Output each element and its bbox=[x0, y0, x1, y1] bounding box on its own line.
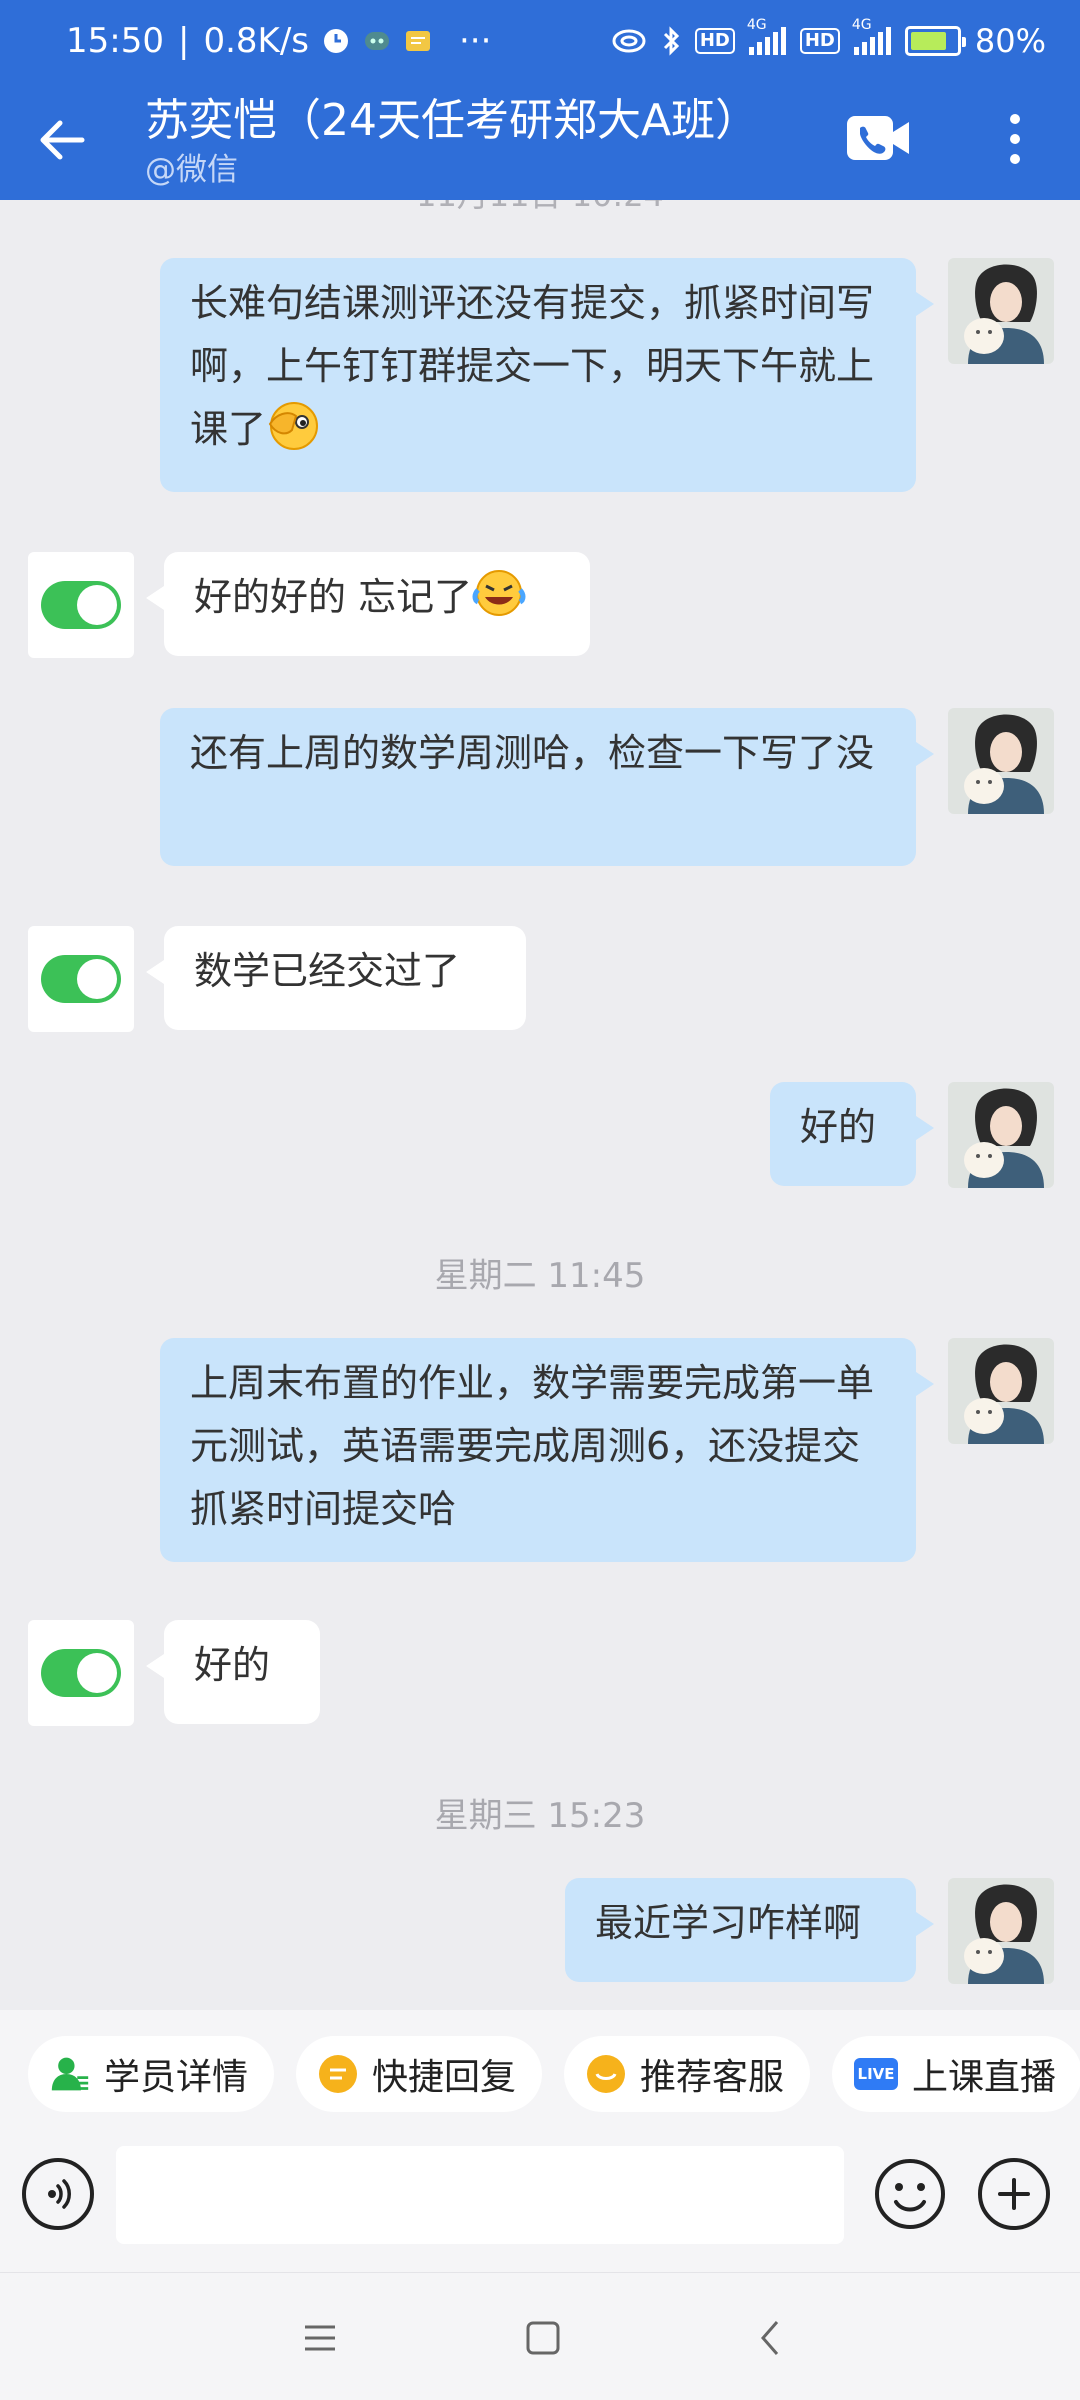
quick-action-bar: 学员详情 快捷回复 推荐客服 LIVE 上课直播 bbox=[28, 2036, 1080, 2112]
timestamp: 星期三 15:23 bbox=[434, 1796, 646, 1836]
live-icon: LIVE bbox=[854, 2058, 899, 2090]
status-time: 15:50 bbox=[66, 21, 164, 61]
avatar-self[interactable] bbox=[948, 1878, 1054, 1984]
chip-label: 推荐客服 bbox=[640, 2057, 785, 2098]
back-button[interactable] bbox=[30, 108, 94, 172]
laughing-tears-emoji-icon bbox=[472, 568, 526, 637]
avatar-self[interactable] bbox=[948, 1338, 1054, 1444]
chip-label: 快捷回复 bbox=[372, 2057, 517, 2098]
facepalm-emoji-icon bbox=[266, 398, 322, 469]
chat-message-list[interactable]: 11月11日 10:24 长难句结课测评还没有提交，抓紧时间写啊，上午钉钉群提交… bbox=[0, 200, 1080, 2010]
network-speed: 0.8K/s bbox=[203, 21, 309, 61]
message-text: 好的 bbox=[194, 1643, 271, 1687]
toggle-avatar-icon bbox=[41, 581, 121, 629]
chat-header: 苏奕恺（24天任考研郑大A班） @微信 bbox=[0, 82, 1080, 200]
network-type-label: 4G bbox=[746, 17, 767, 33]
plus-icon bbox=[998, 2178, 1030, 2210]
signal-icon-2: 4G bbox=[852, 17, 891, 55]
message-text: 好的好的 忘记了 bbox=[194, 575, 473, 619]
video-call-icon bbox=[847, 116, 909, 160]
recommend-service-button[interactable]: 推荐客服 bbox=[564, 2036, 811, 2112]
status-bar: 15:50 | 0.8K/s ··· HD 4G HD 4G 80% bbox=[0, 0, 1080, 82]
toggle-avatar-icon bbox=[41, 955, 121, 1003]
message-bubble-incoming[interactable]: 数学已经交过了 bbox=[146, 926, 526, 1030]
hd-badge: HD bbox=[694, 28, 735, 54]
avatar-contact[interactable] bbox=[28, 552, 134, 658]
system-nav-bar bbox=[0, 2272, 1080, 2400]
message-bubble-outgoing[interactable]: 最近学习咋样啊 bbox=[565, 1878, 934, 1982]
chip-label: 学员详情 bbox=[104, 2057, 249, 2098]
chat-title: 苏奕恺（24天任考研郑大A班） bbox=[145, 95, 760, 146]
live-class-button[interactable]: LIVE 上课直播 bbox=[832, 2036, 1080, 2112]
avatar-contact[interactable] bbox=[28, 926, 134, 1032]
message-bubble-outgoing[interactable]: 好的 bbox=[770, 1082, 934, 1186]
quick-reply-icon bbox=[318, 2054, 358, 2094]
video-call-button[interactable] bbox=[845, 110, 913, 166]
service-icon bbox=[586, 2054, 626, 2094]
battery-percent: 80% bbox=[974, 22, 1046, 60]
timestamp: 星期二 11:45 bbox=[434, 1256, 646, 1296]
battery-level bbox=[910, 32, 947, 50]
home-nav-button[interactable] bbox=[518, 2313, 568, 2363]
menu-icon bbox=[305, 2325, 335, 2351]
toggle-avatar-icon bbox=[41, 1649, 121, 1697]
input-panel: 学员详情 快捷回复 推荐客服 LIVE 上课直播 bbox=[0, 2010, 1080, 2272]
message-text: 还有上周的数学周测哈，检查一下写了没 bbox=[190, 731, 875, 775]
message-text: 数学已经交过了 bbox=[194, 949, 461, 993]
message-text: 最近学习咋样啊 bbox=[595, 1901, 862, 1945]
more-options-button[interactable] bbox=[995, 104, 1035, 174]
bluetooth-icon bbox=[661, 26, 681, 56]
avatar-self[interactable] bbox=[948, 1082, 1054, 1188]
back-nav-button[interactable] bbox=[745, 2313, 795, 2363]
signal-icon: 4G bbox=[747, 17, 786, 55]
smiley-icon bbox=[875, 2159, 945, 2229]
avatar-self[interactable] bbox=[948, 258, 1054, 364]
student-icon bbox=[50, 2054, 90, 2094]
clock-icon bbox=[323, 28, 349, 54]
message-text: 上周末布置的作业，数学需要完成第一单元测试，英语需要完成周测6，还没提交抓紧时间… bbox=[190, 1361, 875, 1531]
home-square-icon bbox=[526, 2321, 560, 2355]
more-functions-button[interactable] bbox=[978, 2158, 1050, 2230]
message-bubble-outgoing[interactable]: 长难句结课测评还没有提交，抓紧时间写啊，上午钉钉群提交一下，明天下午就上课了 bbox=[160, 258, 934, 492]
avatar-self[interactable] bbox=[948, 708, 1054, 814]
message-bubble-outgoing[interactable]: 上周末布置的作业，数学需要完成第一单元测试，英语需要完成周测6，还没提交抓紧时间… bbox=[160, 1338, 934, 1562]
back-chevron-icon bbox=[761, 2321, 779, 2355]
notes-icon bbox=[405, 29, 431, 53]
menu-nav-button[interactable] bbox=[295, 2313, 345, 2363]
chip-label: 上课直播 bbox=[912, 2057, 1057, 2098]
battery-icon bbox=[904, 26, 966, 56]
message-text: 好的 bbox=[800, 1105, 877, 1149]
status-separator: | bbox=[177, 21, 190, 61]
message-bubble-incoming[interactable]: 好的好的 忘记了 bbox=[146, 552, 590, 656]
voice-input-button[interactable] bbox=[22, 2158, 94, 2230]
voice-icon bbox=[48, 2179, 71, 2209]
chat-subtitle: @微信 bbox=[145, 152, 238, 188]
avatar-contact[interactable] bbox=[28, 1620, 134, 1726]
emoji-button[interactable] bbox=[874, 2158, 946, 2230]
more-notifications-icon: ··· bbox=[459, 21, 492, 61]
hotspot-icon bbox=[611, 27, 647, 55]
app-notification-icon bbox=[363, 28, 391, 54]
hd-badge-2: HD bbox=[799, 28, 840, 54]
message-bubble-outgoing[interactable]: 还有上周的数学周测哈，检查一下写了没 bbox=[160, 708, 934, 866]
student-details-button[interactable]: 学员详情 bbox=[28, 2036, 275, 2112]
network-type-label-2: 4G bbox=[851, 17, 872, 33]
message-bubble-incoming[interactable]: 好的 bbox=[146, 1620, 320, 1724]
quick-reply-button[interactable]: 快捷回复 bbox=[296, 2036, 543, 2112]
back-arrow-icon bbox=[40, 120, 85, 160]
message-input[interactable] bbox=[116, 2146, 844, 2244]
timestamp-partial: 11月11日 10:24 bbox=[0, 200, 1080, 216]
